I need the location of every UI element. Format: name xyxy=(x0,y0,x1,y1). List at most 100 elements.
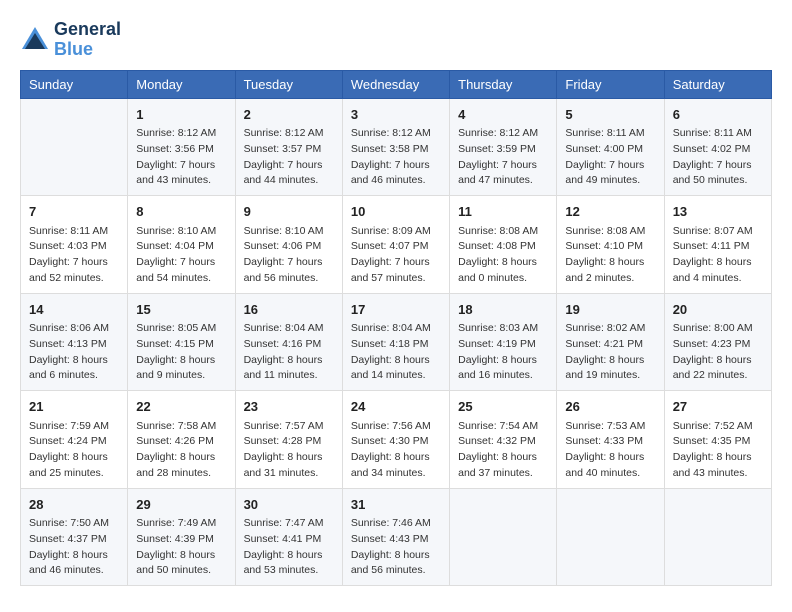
day-cell xyxy=(664,488,771,586)
day-cell: 22Sunrise: 7:58 AMSunset: 4:26 PMDayligh… xyxy=(128,391,235,489)
day-number: 26 xyxy=(565,397,655,417)
day-cell: 23Sunrise: 7:57 AMSunset: 4:28 PMDayligh… xyxy=(235,391,342,489)
day-info: Sunrise: 7:49 AMSunset: 4:39 PMDaylight:… xyxy=(136,516,226,579)
day-cell: 15Sunrise: 8:05 AMSunset: 4:15 PMDayligh… xyxy=(128,293,235,391)
day-number: 20 xyxy=(673,300,763,320)
day-info: Sunrise: 7:58 AMSunset: 4:26 PMDaylight:… xyxy=(136,419,226,482)
day-info: Sunrise: 8:04 AMSunset: 4:16 PMDaylight:… xyxy=(244,321,334,384)
day-info: Sunrise: 8:08 AMSunset: 4:10 PMDaylight:… xyxy=(565,224,655,287)
day-number: 10 xyxy=(351,202,441,222)
day-info: Sunrise: 8:11 AMSunset: 4:02 PMDaylight:… xyxy=(673,126,763,189)
day-number: 7 xyxy=(29,202,119,222)
day-number: 22 xyxy=(136,397,226,417)
day-info: Sunrise: 7:56 AMSunset: 4:30 PMDaylight:… xyxy=(351,419,441,482)
day-cell xyxy=(557,488,664,586)
day-cell: 17Sunrise: 8:04 AMSunset: 4:18 PMDayligh… xyxy=(342,293,449,391)
day-number: 25 xyxy=(458,397,548,417)
day-cell: 3Sunrise: 8:12 AMSunset: 3:58 PMDaylight… xyxy=(342,98,449,196)
day-cell: 4Sunrise: 8:12 AMSunset: 3:59 PMDaylight… xyxy=(450,98,557,196)
day-cell: 31Sunrise: 7:46 AMSunset: 4:43 PMDayligh… xyxy=(342,488,449,586)
weekday-header-monday: Monday xyxy=(128,70,235,98)
day-info: Sunrise: 8:08 AMSunset: 4:08 PMDaylight:… xyxy=(458,224,548,287)
day-cell: 20Sunrise: 8:00 AMSunset: 4:23 PMDayligh… xyxy=(664,293,771,391)
day-info: Sunrise: 8:11 AMSunset: 4:00 PMDaylight:… xyxy=(565,126,655,189)
day-cell: 9Sunrise: 8:10 AMSunset: 4:06 PMDaylight… xyxy=(235,196,342,294)
day-info: Sunrise: 7:54 AMSunset: 4:32 PMDaylight:… xyxy=(458,419,548,482)
day-info: Sunrise: 7:50 AMSunset: 4:37 PMDaylight:… xyxy=(29,516,119,579)
weekday-header-tuesday: Tuesday xyxy=(235,70,342,98)
calendar-header: SundayMondayTuesdayWednesdayThursdayFrid… xyxy=(21,70,772,98)
day-cell: 18Sunrise: 8:03 AMSunset: 4:19 PMDayligh… xyxy=(450,293,557,391)
day-cell: 28Sunrise: 7:50 AMSunset: 4:37 PMDayligh… xyxy=(21,488,128,586)
day-cell: 30Sunrise: 7:47 AMSunset: 4:41 PMDayligh… xyxy=(235,488,342,586)
day-cell: 16Sunrise: 8:04 AMSunset: 4:16 PMDayligh… xyxy=(235,293,342,391)
logo: GeneralBlue xyxy=(20,20,121,60)
day-number: 13 xyxy=(673,202,763,222)
day-number: 14 xyxy=(29,300,119,320)
day-info: Sunrise: 7:46 AMSunset: 4:43 PMDaylight:… xyxy=(351,516,441,579)
day-info: Sunrise: 8:10 AMSunset: 4:06 PMDaylight:… xyxy=(244,224,334,287)
day-info: Sunrise: 8:03 AMSunset: 4:19 PMDaylight:… xyxy=(458,321,548,384)
logo-text: GeneralBlue xyxy=(54,20,121,60)
day-number: 23 xyxy=(244,397,334,417)
day-number: 9 xyxy=(244,202,334,222)
calendar-body: 1Sunrise: 8:12 AMSunset: 3:56 PMDaylight… xyxy=(21,98,772,586)
day-cell: 7Sunrise: 8:11 AMSunset: 4:03 PMDaylight… xyxy=(21,196,128,294)
day-number: 16 xyxy=(244,300,334,320)
weekday-header-wednesday: Wednesday xyxy=(342,70,449,98)
day-info: Sunrise: 8:12 AMSunset: 3:56 PMDaylight:… xyxy=(136,126,226,189)
day-cell: 5Sunrise: 8:11 AMSunset: 4:00 PMDaylight… xyxy=(557,98,664,196)
calendar-table: SundayMondayTuesdayWednesdayThursdayFrid… xyxy=(20,70,772,587)
day-cell: 21Sunrise: 7:59 AMSunset: 4:24 PMDayligh… xyxy=(21,391,128,489)
week-row-1: 1Sunrise: 8:12 AMSunset: 3:56 PMDaylight… xyxy=(21,98,772,196)
weekday-header-thursday: Thursday xyxy=(450,70,557,98)
day-cell: 26Sunrise: 7:53 AMSunset: 4:33 PMDayligh… xyxy=(557,391,664,489)
week-row-5: 28Sunrise: 7:50 AMSunset: 4:37 PMDayligh… xyxy=(21,488,772,586)
day-number: 27 xyxy=(673,397,763,417)
day-number: 21 xyxy=(29,397,119,417)
day-info: Sunrise: 8:09 AMSunset: 4:07 PMDaylight:… xyxy=(351,224,441,287)
day-cell: 19Sunrise: 8:02 AMSunset: 4:21 PMDayligh… xyxy=(557,293,664,391)
day-number: 24 xyxy=(351,397,441,417)
day-cell: 1Sunrise: 8:12 AMSunset: 3:56 PMDaylight… xyxy=(128,98,235,196)
page-header: GeneralBlue xyxy=(20,20,772,60)
day-info: Sunrise: 8:12 AMSunset: 3:58 PMDaylight:… xyxy=(351,126,441,189)
day-info: Sunrise: 8:02 AMSunset: 4:21 PMDaylight:… xyxy=(565,321,655,384)
day-cell: 25Sunrise: 7:54 AMSunset: 4:32 PMDayligh… xyxy=(450,391,557,489)
day-number: 1 xyxy=(136,105,226,125)
day-info: Sunrise: 7:53 AMSunset: 4:33 PMDaylight:… xyxy=(565,419,655,482)
day-cell: 6Sunrise: 8:11 AMSunset: 4:02 PMDaylight… xyxy=(664,98,771,196)
day-number: 2 xyxy=(244,105,334,125)
day-info: Sunrise: 7:57 AMSunset: 4:28 PMDaylight:… xyxy=(244,419,334,482)
day-number: 6 xyxy=(673,105,763,125)
day-cell: 12Sunrise: 8:08 AMSunset: 4:10 PMDayligh… xyxy=(557,196,664,294)
day-number: 19 xyxy=(565,300,655,320)
day-info: Sunrise: 7:59 AMSunset: 4:24 PMDaylight:… xyxy=(29,419,119,482)
weekday-header-friday: Friday xyxy=(557,70,664,98)
day-cell xyxy=(450,488,557,586)
day-cell xyxy=(21,98,128,196)
day-number: 31 xyxy=(351,495,441,515)
day-number: 3 xyxy=(351,105,441,125)
day-number: 4 xyxy=(458,105,548,125)
day-number: 5 xyxy=(565,105,655,125)
day-info: Sunrise: 8:04 AMSunset: 4:18 PMDaylight:… xyxy=(351,321,441,384)
day-info: Sunrise: 8:12 AMSunset: 3:59 PMDaylight:… xyxy=(458,126,548,189)
day-number: 30 xyxy=(244,495,334,515)
day-number: 28 xyxy=(29,495,119,515)
day-info: Sunrise: 7:52 AMSunset: 4:35 PMDaylight:… xyxy=(673,419,763,482)
day-cell: 13Sunrise: 8:07 AMSunset: 4:11 PMDayligh… xyxy=(664,196,771,294)
day-cell: 27Sunrise: 7:52 AMSunset: 4:35 PMDayligh… xyxy=(664,391,771,489)
day-cell: 2Sunrise: 8:12 AMSunset: 3:57 PMDaylight… xyxy=(235,98,342,196)
day-info: Sunrise: 8:10 AMSunset: 4:04 PMDaylight:… xyxy=(136,224,226,287)
day-number: 29 xyxy=(136,495,226,515)
day-info: Sunrise: 8:00 AMSunset: 4:23 PMDaylight:… xyxy=(673,321,763,384)
day-info: Sunrise: 8:07 AMSunset: 4:11 PMDaylight:… xyxy=(673,224,763,287)
day-cell: 14Sunrise: 8:06 AMSunset: 4:13 PMDayligh… xyxy=(21,293,128,391)
day-number: 12 xyxy=(565,202,655,222)
weekday-header-saturday: Saturday xyxy=(664,70,771,98)
day-cell: 10Sunrise: 8:09 AMSunset: 4:07 PMDayligh… xyxy=(342,196,449,294)
day-cell: 8Sunrise: 8:10 AMSunset: 4:04 PMDaylight… xyxy=(128,196,235,294)
week-row-4: 21Sunrise: 7:59 AMSunset: 4:24 PMDayligh… xyxy=(21,391,772,489)
day-number: 11 xyxy=(458,202,548,222)
